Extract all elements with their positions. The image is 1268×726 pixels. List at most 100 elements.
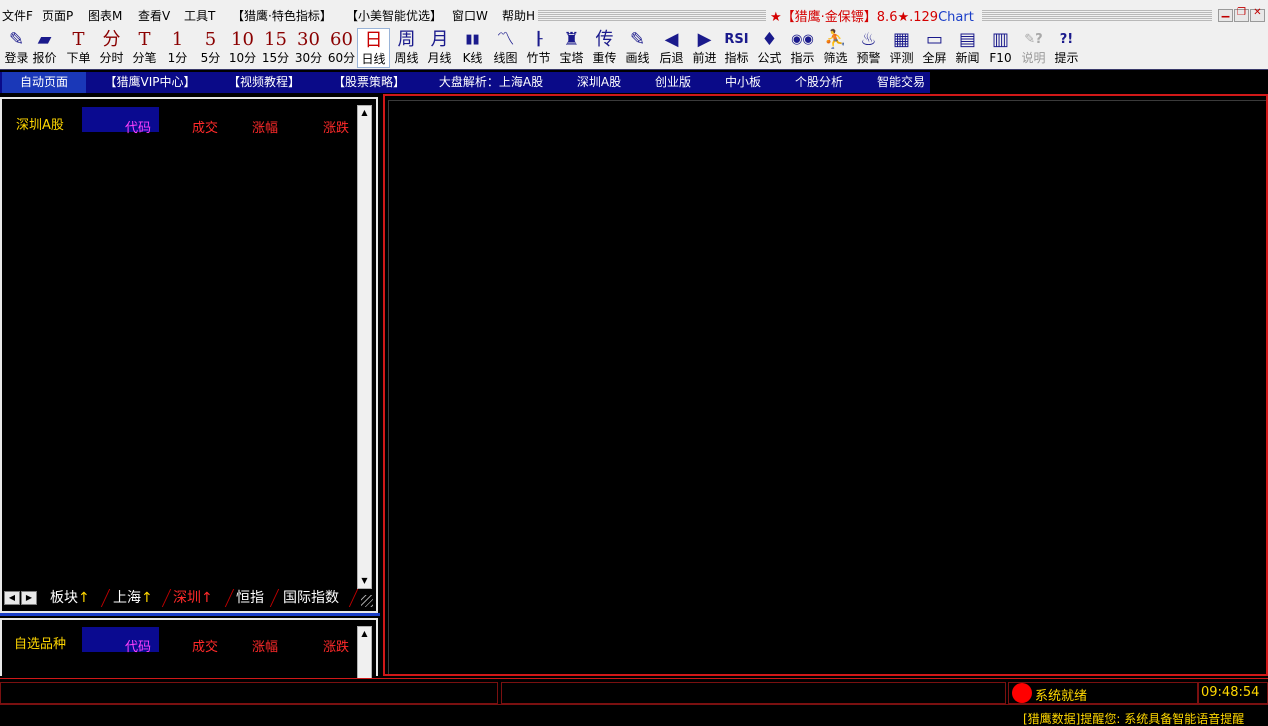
nav-tab-stock-analysis[interactable]: 个股分析 bbox=[788, 72, 850, 93]
monthly-icon: 月 bbox=[430, 29, 449, 50]
status-segment-1 bbox=[0, 682, 498, 704]
ticker-text: [猎鹰数据]提醒您: 系统具备智能语音提醒 bbox=[1023, 712, 1245, 726]
toolbar-button-quote[interactable]: ▰ 报价 bbox=[28, 28, 61, 68]
status-bar: 系统就绪 09:48:54 bbox=[0, 678, 1268, 704]
menu-chart[interactable]: 图表M bbox=[88, 7, 122, 24]
restore-button[interactable]: ❐ bbox=[1234, 7, 1249, 22]
min60-icon: 60 bbox=[330, 29, 353, 50]
column-header-change-pct[interactable]: 涨幅 bbox=[252, 117, 278, 136]
nav-tab-shenzhen-a[interactable]: 深圳A股 bbox=[568, 72, 630, 93]
toolbar-button-draw[interactable]: ✎ 画线 bbox=[621, 28, 654, 68]
watchlist-scrollbar[interactable]: ▲ bbox=[357, 626, 372, 680]
menu-tools[interactable]: 工具T bbox=[184, 7, 215, 24]
watchlist-header-volume[interactable]: 成交 bbox=[192, 636, 218, 655]
minimize-button[interactable]: ▁ bbox=[1218, 7, 1233, 22]
quote-list-area[interactable]: 深圳A股 代码 成交 涨幅 涨跌 bbox=[4, 105, 360, 589]
up-arrow-icon: ↑ bbox=[141, 590, 153, 606]
market-tab-shanghai[interactable]: 上海↑ bbox=[113, 589, 153, 607]
up-arrow-icon: ↑ bbox=[201, 590, 213, 606]
tab-scroll-left-icon[interactable]: ◀ bbox=[4, 591, 20, 605]
watchlist-scroll-up-icon[interactable]: ▲ bbox=[358, 627, 371, 641]
title-stripes-right bbox=[982, 9, 1212, 21]
quote-list-panel: 深圳A股 代码 成交 涨幅 涨跌 ▲ ▼ ◀ ▶ 板块↑ 上海↑ 深圳↑ 恒指 … bbox=[0, 97, 378, 613]
menu-help[interactable]: 帮助H bbox=[502, 7, 535, 24]
min15-icon: 15 bbox=[264, 29, 287, 50]
brand-prefix: ★【猎鹰·金保镖】8.6★.129 bbox=[770, 10, 939, 25]
app-brand-title: ★【猎鹰·金保镖】8.6★.129Chart bbox=[770, 6, 974, 25]
tab-separator bbox=[269, 589, 280, 607]
watchlist-header-code[interactable]: 代码 bbox=[125, 636, 151, 655]
quote-list-scrollbar[interactable]: ▲ ▼ bbox=[357, 105, 372, 589]
nav-tab-vip-center[interactable]: 【猎鹰VIP中心】 bbox=[96, 72, 204, 93]
tab-separator bbox=[100, 589, 111, 607]
market-tab-shenzhen[interactable]: 深圳↑ bbox=[173, 589, 213, 607]
back-icon: ◀ bbox=[664, 29, 679, 50]
panel-divider[interactable] bbox=[0, 613, 380, 616]
nav-tab-smart-trading[interactable]: 智能交易 bbox=[870, 72, 932, 93]
close-button[interactable]: ✕ bbox=[1250, 7, 1265, 22]
nav-tab-chinext[interactable]: 创业版 bbox=[648, 72, 698, 93]
menu-smart-picks[interactable]: 【小美智能优选】 bbox=[346, 7, 442, 24]
menu-window[interactable]: 窗口W bbox=[452, 7, 488, 24]
kline-icon: ▮▮ bbox=[465, 32, 480, 47]
nav-tab-market-shanghai[interactable]: 大盘解析：上海A股 bbox=[432, 72, 550, 93]
tick-icon: T bbox=[138, 29, 151, 50]
min1-icon: 1 bbox=[171, 29, 184, 50]
up-arrow-icon: ↑ bbox=[78, 590, 90, 606]
watchlist-header-change-pct[interactable]: 涨幅 bbox=[252, 636, 278, 655]
chart-canvas[interactable] bbox=[388, 100, 1266, 674]
evaluate-icon: ▦ bbox=[892, 29, 910, 50]
menu-bar: 文件F 页面P 图表M 查看V 工具T 【猎鹰·特色指标】 【小美智能优选】 窗… bbox=[0, 0, 1268, 28]
toolbar-button-tip[interactable]: ?! 提示 bbox=[1050, 28, 1083, 68]
market-tab-international[interactable]: 国际指数 bbox=[283, 589, 339, 607]
scroll-down-arrow-icon[interactable]: ▼ bbox=[358, 574, 371, 588]
ticker-bar: [猎鹰数据]提醒您: 系统具备智能语音提醒 bbox=[0, 704, 1268, 726]
toolbar-label: 提示 bbox=[1054, 51, 1079, 65]
menu-page[interactable]: 页面P bbox=[42, 7, 73, 24]
intraday-icon: 分 bbox=[102, 29, 121, 50]
resize-grip-icon[interactable] bbox=[361, 595, 373, 607]
market-tab-shanghai-label: 上海 bbox=[113, 590, 141, 606]
tower-icon: ♜ bbox=[563, 29, 580, 50]
tab-separator bbox=[348, 589, 359, 607]
tab-separator bbox=[161, 589, 172, 607]
tab-scroll-right-icon[interactable]: ▶ bbox=[21, 591, 37, 605]
nav-tab-auto-page[interactable]: 自动页面 bbox=[2, 72, 86, 93]
status-text: 系统就绪 bbox=[1035, 689, 1088, 704]
f10-icon: ▥ bbox=[991, 29, 1009, 50]
nav-tab-video-tutorials[interactable]: 【视频教程】 bbox=[222, 72, 306, 93]
market-tab-sectors-label: 板块 bbox=[50, 590, 78, 606]
min10-icon: 10 bbox=[231, 29, 254, 50]
column-header-code[interactable]: 代码 bbox=[125, 117, 151, 136]
title-stripes bbox=[538, 9, 766, 21]
chart-area[interactable] bbox=[383, 94, 1268, 676]
weekly-icon: 周 bbox=[397, 29, 416, 50]
scroll-up-arrow-icon[interactable]: ▲ bbox=[358, 106, 371, 120]
instruct-icon: ◉◉ bbox=[791, 32, 814, 47]
column-header-volume[interactable]: 成交 bbox=[192, 117, 218, 136]
bamboo-icon: ┠ bbox=[534, 32, 543, 47]
watchlist-panel: 自选品种 代码 成交 涨幅 涨跌 ▲ bbox=[0, 618, 378, 680]
menu-special-indicators[interactable]: 【猎鹰·特色指标】 bbox=[232, 7, 332, 24]
menu-view[interactable]: 查看V bbox=[138, 7, 170, 24]
line-chart-icon: 〽 bbox=[496, 29, 515, 50]
market-tab-hang-seng[interactable]: 恒指 bbox=[236, 589, 264, 607]
draw-icon: ✎ bbox=[629, 29, 646, 50]
status-indicator-icon bbox=[1012, 683, 1032, 703]
nav-tab-sme-board[interactable]: 中小板 bbox=[718, 72, 768, 93]
fullscreen-icon: ▭ bbox=[925, 29, 943, 50]
order-icon: T bbox=[72, 29, 85, 50]
menu-file[interactable]: 文件F bbox=[2, 7, 33, 24]
tab-separator bbox=[224, 589, 235, 607]
brand-suffix: Chart bbox=[938, 10, 974, 25]
window-controls: ▁ ❐ ✕ bbox=[1218, 7, 1265, 22]
formula-icon: ♦ bbox=[761, 29, 778, 50]
watchlist-header-change[interactable]: 涨跌 bbox=[323, 636, 349, 655]
column-header-change[interactable]: 涨跌 bbox=[323, 117, 349, 136]
watchlist-title: 自选品种 bbox=[14, 637, 67, 652]
legend-icon: 传 bbox=[595, 29, 614, 50]
alert-icon: ♨ bbox=[860, 29, 877, 50]
market-tab-sectors[interactable]: 板块↑ bbox=[50, 589, 90, 607]
nav-tab-stock-strategy[interactable]: 【股票策略】 bbox=[327, 72, 411, 93]
market-tab-shenzhen-label: 深圳 bbox=[173, 590, 201, 606]
